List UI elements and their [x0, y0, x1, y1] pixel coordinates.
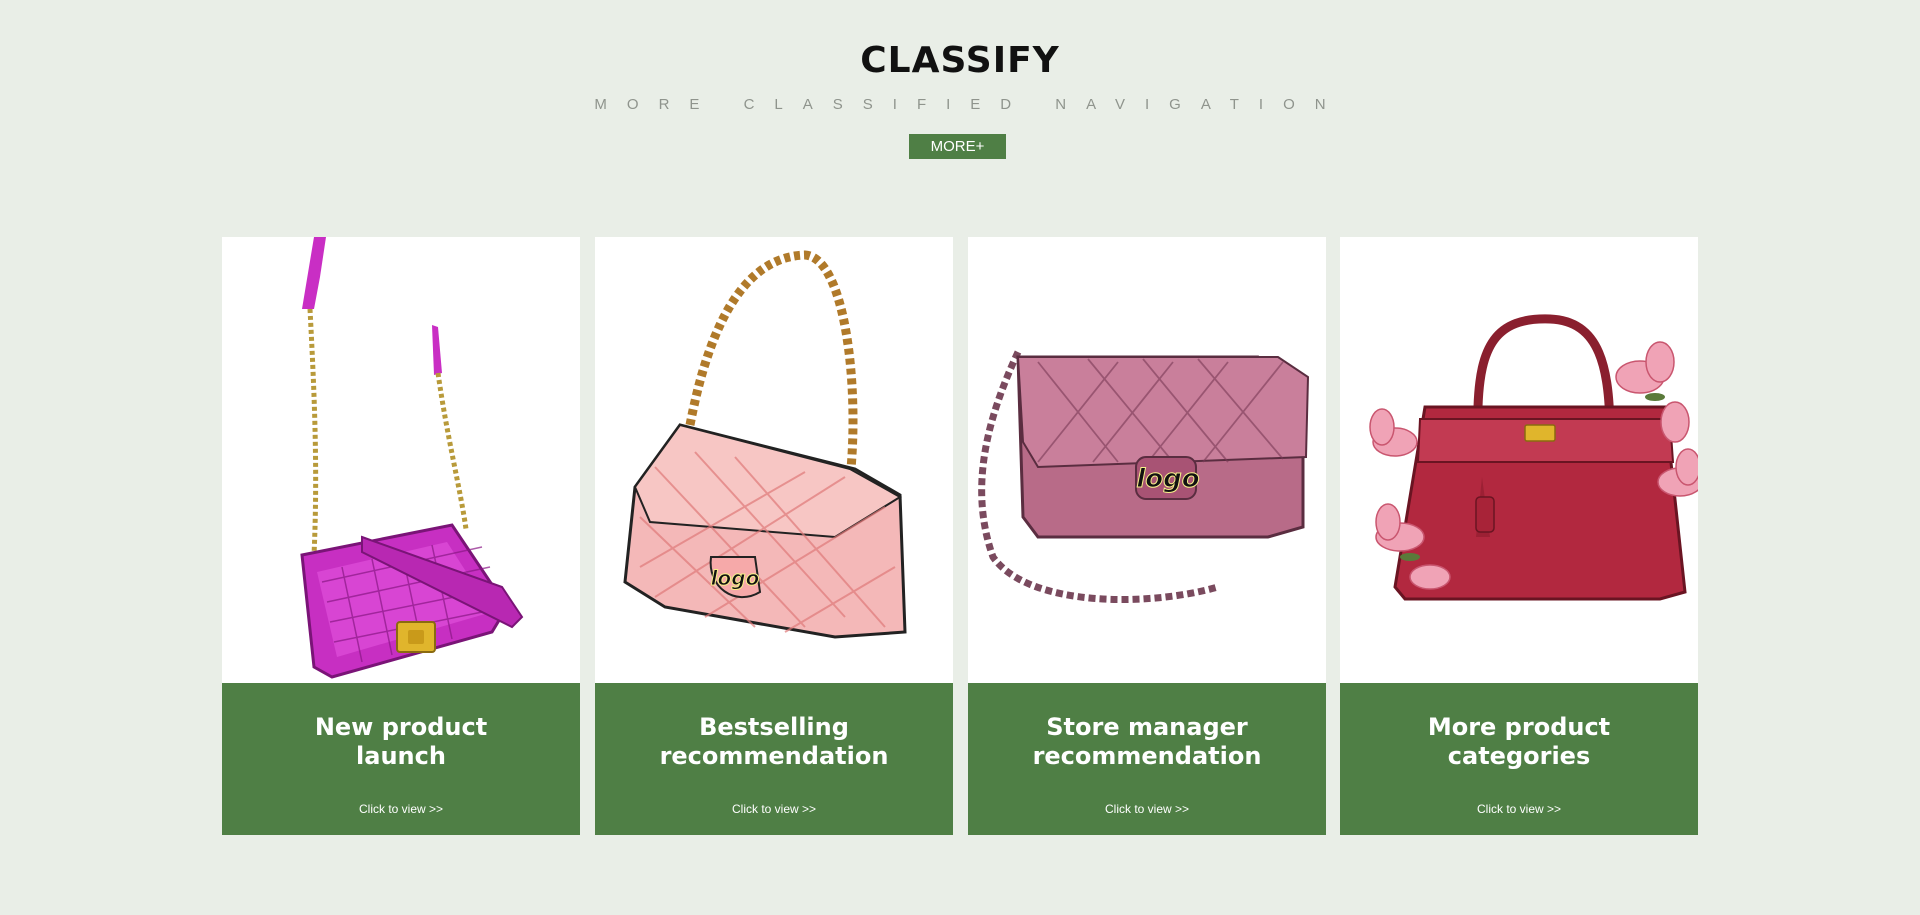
- click-to-view-link[interactable]: Click to view >>: [595, 802, 953, 816]
- card-title: More product categories: [1360, 713, 1678, 771]
- card-footer: Bestselling recommendation Click to view…: [595, 683, 953, 835]
- mauve-bag-illustration: logo: [978, 350, 1310, 603]
- category-card-store-manager[interactable]: logo Store manager recommendation Click …: [968, 237, 1326, 835]
- card-title: Bestselling recommendation: [615, 713, 933, 771]
- card-title: New product launch: [242, 713, 560, 771]
- svg-text:logo: logo: [711, 566, 760, 590]
- card-title-line2: launch: [356, 742, 446, 770]
- card-image-red-bag[interactable]: [1340, 237, 1698, 683]
- category-card-more-categories[interactable]: More product categories Click to view >>: [1340, 237, 1698, 835]
- card-title: Store manager recommendation: [988, 713, 1306, 771]
- category-card-bestselling[interactable]: logo Bestselling recommendation Click to…: [595, 237, 953, 835]
- card-title-line2: recommendation: [659, 742, 889, 770]
- card-title-line2: recommendation: [1032, 742, 1262, 770]
- click-to-view-link[interactable]: Click to view >>: [968, 802, 1326, 816]
- click-to-view-link[interactable]: Click to view >>: [1340, 802, 1698, 816]
- card-title-line1: Bestselling: [699, 713, 849, 741]
- red-bag-illustration: [1369, 314, 1698, 601]
- pink-bag-illustration: logo: [623, 250, 907, 639]
- card-title-line2: categories: [1447, 742, 1591, 770]
- card-title-line1: More product: [1427, 713, 1611, 741]
- card-title-line1: New product: [314, 713, 488, 741]
- card-image-magenta-bag[interactable]: [222, 237, 580, 683]
- category-card-new-product[interactable]: New product launch Click to view >>: [222, 237, 580, 835]
- page-title: CLASSIFY: [860, 40, 1060, 81]
- more-button[interactable]: MORE+: [909, 134, 1006, 159]
- card-footer: New product launch Click to view >>: [222, 683, 580, 835]
- card-title-line1: Store manager: [1046, 713, 1248, 741]
- click-to-view-link[interactable]: Click to view >>: [222, 802, 580, 816]
- svg-text:logo: logo: [1136, 464, 1199, 494]
- card-image-pink-bag[interactable]: logo: [595, 237, 953, 683]
- magenta-bag-illustration: [300, 237, 524, 679]
- card-image-mauve-bag[interactable]: logo: [968, 237, 1326, 683]
- card-footer: More product categories Click to view >>: [1340, 683, 1698, 835]
- card-footer: Store manager recommendation Click to vi…: [968, 683, 1326, 835]
- page-subtitle: MORE CLASSIFIED NAVIGATION: [594, 96, 1346, 113]
